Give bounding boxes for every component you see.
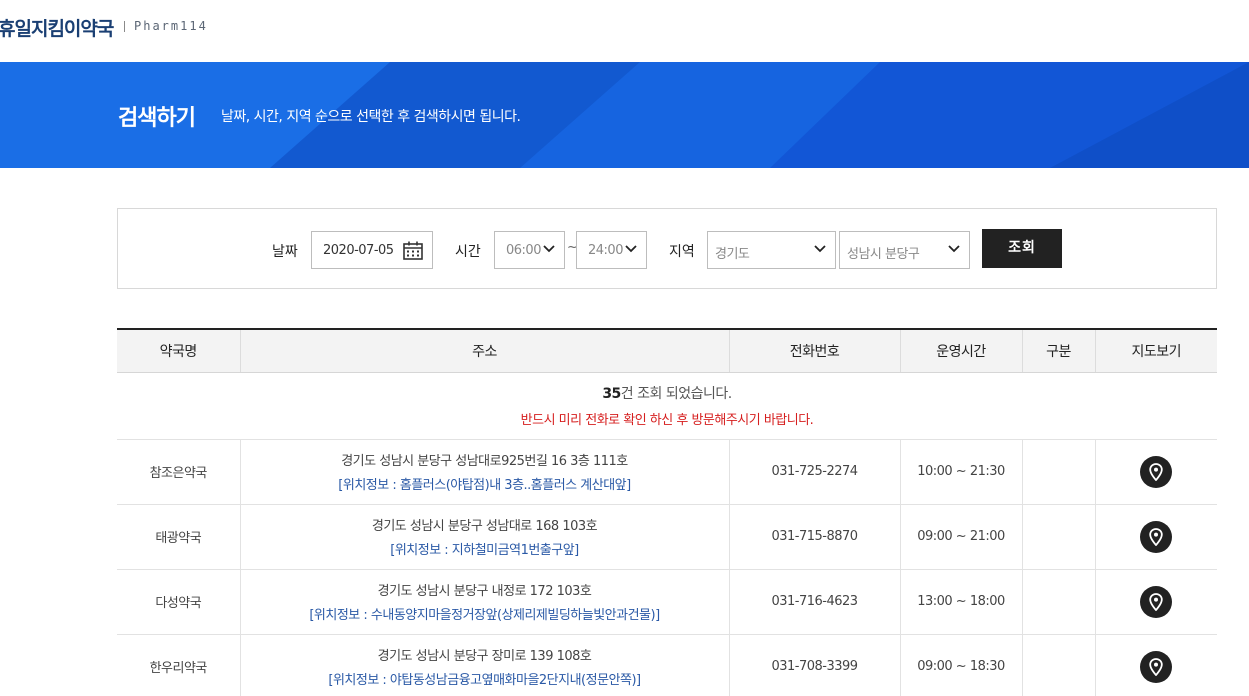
- pharmacy-hours: 09:00 ~ 18:30: [899, 634, 1022, 696]
- date-input[interactable]: 2020-07-05: [311, 231, 433, 269]
- map-cell: [1094, 439, 1217, 505]
- table-row: 다성약국 경기도 성남시 분당구 내정로 172 103호 [위치정보 : 수내…: [117, 569, 1217, 635]
- pharmacy-address: 경기도 성남시 분당구 성남대로925번길 16 3층 111호 [위치정보 :…: [239, 439, 729, 505]
- page-description: 날짜, 시간, 지역 순으로 선택한 후 검색하시면 됩니다.: [221, 109, 521, 125]
- pharmacy-name: 다성약국: [117, 569, 240, 635]
- table-row: 참조은약국 경기도 성남시 분당구 성남대로925번길 16 3층 111호 […: [117, 439, 1217, 505]
- map-pin-icon: [1149, 527, 1163, 546]
- address-line: 경기도 성남시 분당구 성남대로925번길 16 3층 111호: [341, 454, 628, 469]
- map-pin-icon: [1149, 462, 1163, 481]
- pharmacy-phone: 031-725-2274: [728, 439, 900, 505]
- province-select[interactable]: 경기도: [707, 231, 836, 269]
- time-from-value: 06:00: [506, 243, 541, 258]
- time-to-select[interactable]: 24:00: [576, 231, 647, 269]
- pharmacy-category: [1021, 439, 1095, 505]
- pharmacy-table: 약국명 주소 전화번호 운영시간 구분 지도보기 35건 조회 되었습니다. 반…: [117, 328, 1217, 696]
- time-from-select[interactable]: 06:00: [494, 231, 565, 269]
- time-to-value: 24:00: [588, 243, 623, 258]
- pharmacy-phone: 031-716-4623: [728, 569, 900, 635]
- pharmacy-phone: 031-708-3399: [728, 634, 900, 696]
- region-label: 지역: [669, 244, 695, 260]
- map-button[interactable]: [1140, 520, 1173, 553]
- search-form: 날짜 2020-07-05 시간 06:00 ~ 24:00 지역 경기도 성남…: [117, 208, 1217, 289]
- chevron-down-icon: [625, 245, 637, 253]
- column-header-address: 주소: [239, 328, 729, 373]
- column-header-hours: 운영시간: [899, 328, 1022, 373]
- pharmacy-category: [1021, 504, 1095, 570]
- search-button[interactable]: 조회: [982, 229, 1062, 268]
- map-button[interactable]: [1140, 585, 1173, 618]
- result-count-suffix: 건 조회 되었습니다.: [620, 386, 732, 402]
- site-logo-sub: Pharm114: [134, 19, 208, 33]
- pharmacy-hours: 10:00 ~ 21:30: [899, 439, 1022, 505]
- column-header-name: 약국명: [117, 328, 240, 373]
- pharmacy-phone: 031-715-8870: [728, 504, 900, 570]
- chevron-down-icon: [543, 245, 555, 253]
- city-value: 성남시 분당구: [847, 247, 920, 262]
- column-header-phone: 전화번호: [728, 328, 900, 373]
- address-line: 경기도 성남시 분당구 성남대로 168 103호: [371, 519, 598, 534]
- result-notice: 35건 조회 되었습니다. 반드시 미리 전화로 확인 하신 후 방문해주시기 …: [117, 372, 1217, 440]
- column-header-map: 지도보기: [1094, 328, 1217, 373]
- pharmacy-name: 한우리약국: [117, 634, 240, 696]
- location-info: [위치정보 : 홈플러스(야탑점)내 3층..홈플러스 계산대앞]: [338, 478, 631, 493]
- site-header: 휴일지킴이약국 Pharm114: [0, 0, 1249, 62]
- table-header-row: 약국명 주소 전화번호 운영시간 구분 지도보기: [117, 328, 1217, 373]
- map-cell: [1094, 569, 1217, 635]
- pharmacy-hours: 09:00 ~ 21:00: [899, 504, 1022, 570]
- page-banner: 검색하기 날짜, 시간, 지역 순으로 선택한 후 검색하시면 됩니다.: [0, 62, 1249, 168]
- pharmacy-category: [1021, 569, 1095, 635]
- province-value: 경기도: [715, 247, 750, 262]
- table-row: 한우리약국 경기도 성남시 분당구 장미로 139 108호 [위치정보 : 야…: [117, 634, 1217, 696]
- table-row: 태광약국 경기도 성남시 분당구 성남대로 168 103호 [위치정보 : 지…: [117, 504, 1217, 570]
- map-pin-icon: [1149, 592, 1163, 611]
- map-pin-icon: [1149, 657, 1163, 676]
- map-button[interactable]: [1140, 650, 1173, 683]
- result-count: 35: [602, 386, 621, 402]
- city-select[interactable]: 성남시 분당구: [839, 231, 970, 269]
- pharmacy-name: 참조은약국: [117, 439, 240, 505]
- chevron-down-icon: [814, 245, 826, 253]
- location-info: [위치정보 : 수내동양지마을정거장앞(상제리제빌딩하늘빛안과건물)]: [309, 608, 660, 623]
- site-logo[interactable]: 휴일지킴이약국: [0, 14, 114, 41]
- pharmacy-category: [1021, 634, 1095, 696]
- map-cell: [1094, 504, 1217, 570]
- result-count-text: 35건 조회 되었습니다.: [117, 383, 1217, 403]
- address-line: 경기도 성남시 분당구 장미로 139 108호: [377, 649, 592, 664]
- location-info: [위치정보 : 야탑동성남금융고옆매화마을2단지내(정문안쪽)]: [328, 673, 641, 688]
- calendar-icon[interactable]: [403, 241, 423, 260]
- map-cell: [1094, 634, 1217, 696]
- address-line: 경기도 성남시 분당구 내정로 172 103호: [377, 584, 592, 599]
- pharmacy-name: 태광약국: [117, 504, 240, 570]
- chevron-down-icon: [948, 245, 960, 253]
- time-label: 시간: [455, 244, 481, 260]
- logo-divider: [124, 21, 125, 32]
- column-header-category: 구분: [1021, 328, 1095, 373]
- map-button[interactable]: [1140, 455, 1173, 488]
- pharmacy-address: 경기도 성남시 분당구 내정로 172 103호 [위치정보 : 수내동양지마을…: [239, 569, 729, 635]
- date-value: 2020-07-05: [323, 243, 394, 258]
- page-title: 검색하기: [118, 106, 196, 131]
- date-label: 날짜: [272, 244, 298, 260]
- result-notice-row: 35건 조회 되었습니다. 반드시 미리 전화로 확인 하신 후 방문해주시기 …: [117, 372, 1217, 440]
- pharmacy-hours: 13:00 ~ 18:00: [899, 569, 1022, 635]
- pharmacy-address: 경기도 성남시 분당구 장미로 139 108호 [위치정보 : 야탑동성남금융…: [239, 634, 729, 696]
- location-info: [위치정보 : 지하철미금역1번출구앞]: [390, 543, 579, 558]
- pharmacy-address: 경기도 성남시 분당구 성남대로 168 103호 [위치정보 : 지하철미금역…: [239, 504, 729, 570]
- call-ahead-warning: 반드시 미리 전화로 확인 하신 후 방문해주시기 바랍니다.: [520, 413, 814, 428]
